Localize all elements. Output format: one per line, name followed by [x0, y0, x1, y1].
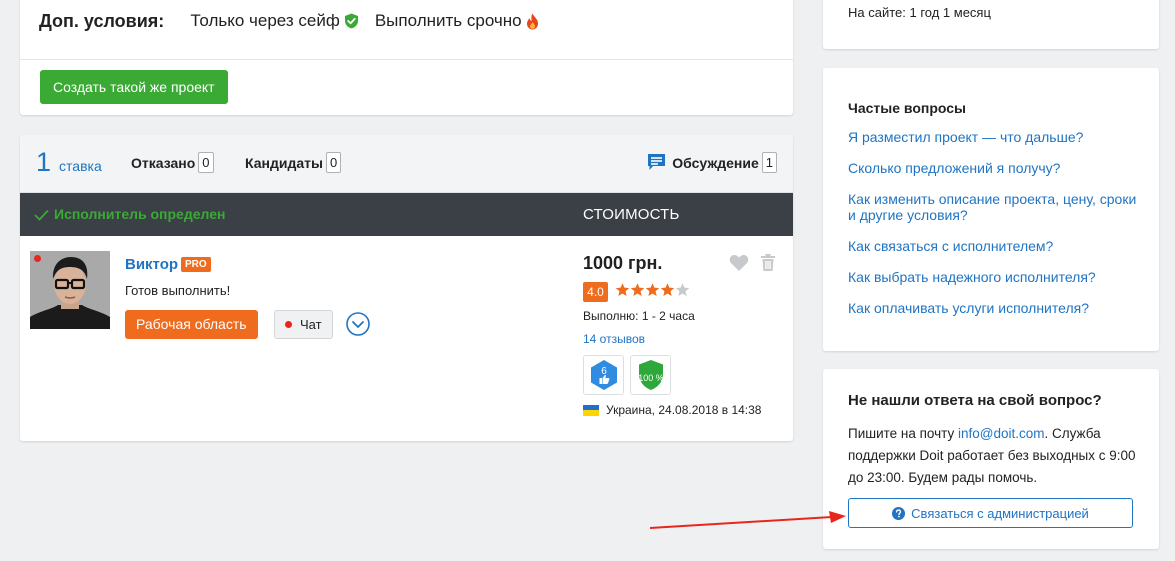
- tab-bids[interactable]: 1 ставка: [36, 147, 102, 178]
- tab-candidates[interactable]: Кандидаты 0: [245, 152, 342, 173]
- annotation-arrow-icon: [649, 511, 846, 529]
- workspace-button[interactable]: Рабочая область: [125, 310, 258, 339]
- achievement-badge-safe[interactable]: 100 %: [630, 355, 671, 395]
- contact-admin-button[interactable]: Связаться с администрацией: [848, 498, 1133, 528]
- achievement-badge-likes[interactable]: 6: [583, 355, 624, 395]
- chat-unread-dot: [285, 321, 292, 328]
- online-status-dot: [34, 255, 41, 262]
- star-filled-icon: [660, 283, 675, 297]
- condition-urgent-label: Выполнить срочно: [374, 11, 522, 30]
- faq-link[interactable]: Как связаться с исполнителем?: [848, 238, 1138, 254]
- chat-bubble-icon: [647, 153, 666, 172]
- bids-count: 1: [36, 147, 52, 177]
- cost-column-header: СТОИМОСТЬ: [583, 206, 680, 223]
- completion-time: Выполню: 1 - 2 часа: [583, 309, 695, 323]
- bid-location-date: Украина, 24.08.2018 в 14:38: [583, 403, 761, 417]
- tab-discussion[interactable]: Обсуждение 1: [647, 152, 777, 173]
- on-site-duration: На сайте: 1 год 1 месяц: [848, 5, 991, 20]
- star-filled-icon: [645, 283, 660, 297]
- project-conditions-card: Доп. условия: Только через сейф Выполнит…: [20, 0, 793, 115]
- contact-admin-label: Связаться с администрацией: [911, 505, 1089, 521]
- star-filled-icon: [630, 283, 645, 297]
- shield-check-icon: [344, 13, 359, 29]
- question-circle-icon: [892, 506, 906, 520]
- divider: [20, 59, 793, 60]
- chat-button[interactable]: Чат: [274, 310, 333, 339]
- extra-conditions-row: Доп. условия: Только через сейф Выполнит…: [39, 8, 555, 34]
- achievement-2-value: 100 %: [638, 373, 664, 383]
- support-text-before: Пишите на почту: [848, 426, 959, 441]
- heart-icon[interactable]: [729, 254, 749, 277]
- faq-link[interactable]: Сколько предложений я получу?: [848, 160, 1138, 176]
- pro-badge: PRO: [181, 257, 211, 272]
- faq-card: Частые вопросы Я разместил проект — что …: [823, 68, 1159, 351]
- bids-label: ставка: [59, 157, 102, 174]
- condition-safe-only: Только через сейф: [190, 11, 359, 31]
- faq-list: Я разместил проект — что дальше? Сколько…: [848, 129, 1138, 331]
- chat-button-label: Чат: [300, 317, 322, 332]
- location-date-text: Украина, 24.08.2018 в 14:38: [606, 403, 762, 417]
- bids-card: 1 ставка Отказано 0 Кандидаты 0 Обсужден…: [20, 135, 793, 441]
- on-site-card: На сайте: 1 год 1 месяц: [823, 0, 1159, 49]
- bid-message: Готов выполнить!: [125, 283, 231, 298]
- shield-percent-icon: 100 %: [638, 360, 664, 390]
- trash-icon[interactable]: [761, 254, 775, 276]
- discussion-count: 1: [761, 152, 777, 173]
- refused-count: 0: [198, 152, 214, 173]
- condition-safe-only-label: Только через сейф: [190, 11, 340, 30]
- star-empty-icon: [675, 283, 690, 297]
- performer-selected-label: Исполнитель определен: [54, 206, 226, 222]
- extra-conditions-label: Доп. условия:: [39, 10, 165, 31]
- create-similar-project-button[interactable]: Создать такой же проект: [40, 70, 228, 104]
- chevron-down-icon[interactable]: [346, 312, 370, 336]
- bids-tabs: 1 ставка Отказано 0 Кандидаты 0 Обсужден…: [20, 135, 793, 193]
- faq-link[interactable]: Как изменить описание проекта, цену, сро…: [848, 191, 1138, 223]
- candidates-count: 0: [325, 152, 342, 173]
- support-email-link[interactable]: info@doit.com: [958, 426, 1045, 441]
- rating-badge: 4.0: [583, 282, 608, 302]
- avatar[interactable]: [30, 251, 110, 329]
- support-card: Не нашли ответа на свой вопрос? Пишите н…: [823, 369, 1159, 549]
- checkmark-icon: [34, 209, 49, 221]
- achievement-1-value: 6: [601, 366, 607, 377]
- ukraine-flag-icon: [583, 404, 599, 416]
- reviews-link[interactable]: 14 отзывов: [583, 332, 645, 346]
- rating-stars: [615, 283, 690, 297]
- fire-icon: [526, 13, 539, 30]
- condition-urgent: Выполнить срочно: [375, 11, 539, 31]
- hexagon-likes-icon: 6: [590, 360, 617, 390]
- performer-name-link[interactable]: Виктор: [125, 256, 178, 273]
- faq-link[interactable]: Я разместил проект — что дальше?: [848, 129, 1138, 145]
- bids-table-header: Исполнитель определен СТОИМОСТЬ: [20, 193, 793, 236]
- tab-refused[interactable]: Отказано 0: [131, 152, 214, 173]
- faq-link[interactable]: Как выбрать надежного исполнителя?: [848, 269, 1138, 285]
- support-text: Пишите на почту info@doit.com. Служба по…: [848, 423, 1144, 489]
- faq-link[interactable]: Как оплачивать услуги исполнителя?: [848, 300, 1138, 316]
- candidates-label: Кандидаты: [245, 154, 323, 171]
- star-filled-icon: [615, 283, 630, 297]
- refused-label: Отказано: [131, 154, 196, 171]
- bid-price: 1000 грн.: [583, 253, 663, 273]
- performer-selected-status: Исполнитель определен: [34, 193, 225, 236]
- faq-title: Частые вопросы: [848, 100, 966, 116]
- discussion-label: Обсуждение: [672, 154, 759, 171]
- support-title: Не нашли ответа на свой вопрос?: [848, 392, 1102, 409]
